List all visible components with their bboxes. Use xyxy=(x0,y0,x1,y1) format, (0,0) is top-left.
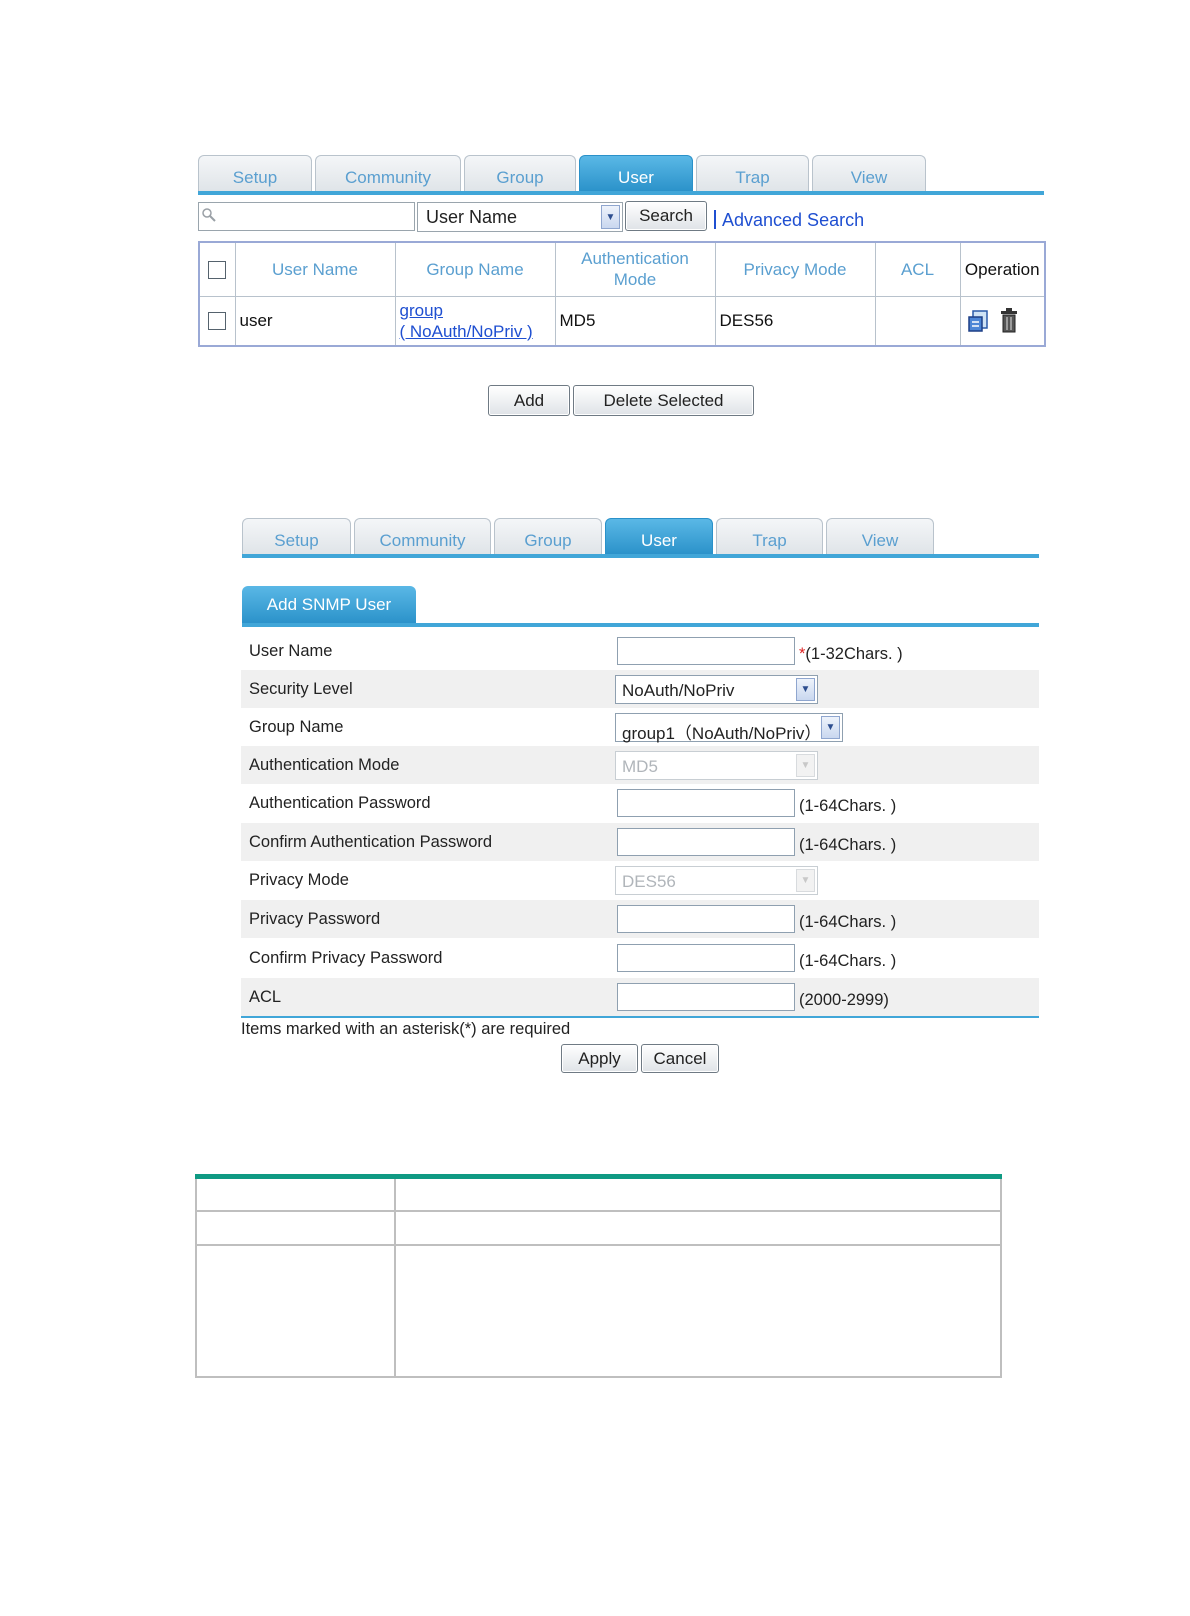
header-acl[interactable]: ACL xyxy=(874,241,961,297)
table-row xyxy=(197,1212,1000,1246)
header-auth-mode[interactable]: Authentication Mode xyxy=(554,241,716,297)
cell-acl xyxy=(874,295,961,347)
security-level-label: Security Level xyxy=(249,680,353,698)
table-header-row: User Name Group Name Authentication Mode… xyxy=(198,241,1046,297)
security-level-value: NoAuth/NoPriv xyxy=(622,681,735,700)
add-button[interactable]: Add xyxy=(488,385,570,416)
cell-group-name: group ( NoAuth/NoPriv ) xyxy=(394,295,556,347)
search-button[interactable]: Search xyxy=(625,201,707,231)
user-name-hint-text: (1-32Chars. ) xyxy=(805,645,903,663)
confirm-privacy-password-hint: (1-64Chars. ) xyxy=(799,952,897,970)
auth-password-label: Authentication Password xyxy=(249,794,431,812)
acl-label: ACL xyxy=(249,988,282,1006)
tab-group[interactable]: Group xyxy=(494,518,602,555)
search-field-value: User Name xyxy=(426,207,518,227)
chevron-down-icon: ▼ xyxy=(601,205,620,229)
header-privacy-mode[interactable]: Privacy Mode xyxy=(714,241,876,297)
apply-button[interactable]: Apply xyxy=(561,1044,638,1073)
header-operation: Operation xyxy=(959,241,1046,297)
privacy-mode-value: DES56 xyxy=(622,872,676,891)
parameter-table xyxy=(195,1179,1002,1378)
tabbar-underline xyxy=(198,191,1044,195)
tab-group[interactable]: Group xyxy=(464,155,576,192)
group-name-label: Group Name xyxy=(249,718,344,736)
security-level-select[interactable]: NoAuth/NoPriv ▼ xyxy=(615,675,818,704)
advanced-search-link[interactable]: Advanced Search xyxy=(722,210,864,231)
select-all-checkbox[interactable] xyxy=(208,261,227,280)
form-bottom-line xyxy=(241,1016,1039,1018)
header-user-name[interactable]: User Name xyxy=(234,241,396,297)
tab-user[interactable]: User xyxy=(579,155,693,192)
user-name-field[interactable] xyxy=(617,637,795,665)
privacy-mode-select[interactable]: DES56 ▼ xyxy=(615,866,818,895)
acl-hint: (2000-2999) xyxy=(799,991,889,1009)
tabbar-underline xyxy=(242,554,1039,558)
auth-mode-select[interactable]: MD5 ▼ xyxy=(615,751,818,780)
tab-setup[interactable]: Setup xyxy=(242,518,351,555)
confirm-auth-password-label: Confirm Authentication Password xyxy=(249,833,493,851)
search-field-select[interactable]: User Name ▼ xyxy=(417,202,623,232)
confirm-privacy-password-field[interactable] xyxy=(617,944,795,972)
select-all-header xyxy=(198,241,236,297)
tab-trap[interactable]: Trap xyxy=(696,155,809,192)
add-snmp-user-title: Add SNMP User xyxy=(242,586,416,624)
delete-selected-button[interactable]: Delete Selected xyxy=(573,385,754,416)
cell-auth-mode: MD5 xyxy=(554,295,716,347)
auth-mode-label: Authentication Mode xyxy=(249,756,400,774)
privacy-password-hint: (1-64Chars. ) xyxy=(799,913,897,931)
users-table: User Name Group Name Authentication Mode… xyxy=(198,241,1046,347)
group-link-security[interactable]: ( NoAuth/NoPriv ) xyxy=(400,321,551,342)
table-row xyxy=(197,1179,1000,1212)
tab-setup[interactable]: Setup xyxy=(198,155,312,192)
tab-view[interactable]: View xyxy=(812,155,926,192)
confirm-privacy-password-label: Confirm Privacy Password xyxy=(249,949,443,967)
tab-user[interactable]: User xyxy=(605,518,713,555)
group-name-select[interactable]: group1（NoAuth/NoPriv） ▼ xyxy=(615,713,843,743)
chevron-down-icon: ▼ xyxy=(796,678,815,701)
delete-icon[interactable] xyxy=(999,307,1019,334)
privacy-password-label: Privacy Password xyxy=(249,910,381,928)
toolbar-divider xyxy=(714,210,716,229)
chevron-down-icon: ▼ xyxy=(796,754,815,777)
privacy-password-field[interactable] xyxy=(617,905,795,933)
user-name-hint: *(1-32Chars. ) xyxy=(799,645,903,664)
required-note: Items marked with an asterisk(*) are req… xyxy=(241,1020,571,1038)
search-icon xyxy=(202,208,216,222)
chevron-down-icon: ▼ xyxy=(796,869,815,892)
acl-field[interactable] xyxy=(617,983,795,1011)
confirm-auth-password-field[interactable] xyxy=(617,828,795,856)
auth-mode-value: MD5 xyxy=(622,757,658,776)
auth-password-hint: (1-64Chars. ) xyxy=(799,797,897,815)
group-name-value: group1（NoAuth/NoPriv） xyxy=(622,724,822,743)
privacy-mode-label: Privacy Mode xyxy=(249,871,349,889)
search-input[interactable] xyxy=(198,202,415,231)
snmp-tabbar-add: Setup Community Group User Trap View xyxy=(242,518,1039,558)
snmp-tabbar-list: Setup Community Group User Trap View xyxy=(198,155,1044,195)
edit-icon[interactable] xyxy=(967,309,991,333)
column-divider xyxy=(394,1179,396,1376)
tab-view[interactable]: View xyxy=(826,518,934,555)
cell-operation xyxy=(959,295,1046,347)
tab-community[interactable]: Community xyxy=(315,155,461,192)
tab-trap[interactable]: Trap xyxy=(716,518,823,555)
table-row: user group ( NoAuth/NoPriv ) MD5 DES56 xyxy=(198,295,1046,347)
confirm-auth-password-hint: (1-64Chars. ) xyxy=(799,836,897,854)
row-checkbox[interactable] xyxy=(208,312,227,331)
chevron-down-icon: ▼ xyxy=(821,716,840,739)
cancel-button[interactable]: Cancel xyxy=(641,1044,719,1073)
row-select-cell xyxy=(198,295,236,347)
panel-underline xyxy=(242,623,1039,627)
header-group-name[interactable]: Group Name xyxy=(394,241,556,297)
auth-password-field[interactable] xyxy=(617,789,795,817)
tab-community[interactable]: Community xyxy=(354,518,491,555)
user-name-label: User Name xyxy=(249,642,333,660)
group-link[interactable]: group xyxy=(400,300,551,321)
cell-privacy-mode: DES56 xyxy=(714,295,876,347)
cell-user-name: user xyxy=(234,295,396,347)
